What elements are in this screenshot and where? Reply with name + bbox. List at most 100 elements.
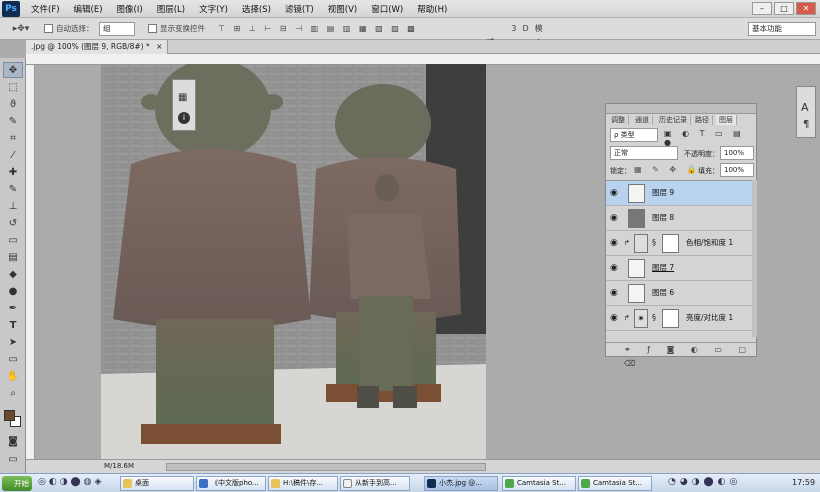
layer-name[interactable]: 图层 8 [652,213,674,223]
eyedropper-icon[interactable]: ⁄ [3,148,23,164]
gradient-icon[interactable]: ▤ [3,250,23,266]
eye-icon[interactable]: ◉ [610,188,620,198]
menu-file[interactable]: 文件(F) [24,3,67,15]
fill-input[interactable]: 100% [720,163,754,177]
tab-paths[interactable]: 路径 [692,115,713,125]
chain-link-icon[interactable]: § [652,238,656,247]
auto-select-checkbox[interactable] [44,24,53,33]
brush-icon[interactable]: ✎ [3,182,23,198]
foreground-color-swatch[interactable] [4,410,15,421]
marquee-icon[interactable]: ⬚ [3,80,23,96]
blend-mode-dropdown[interactable]: 正常 [610,146,678,160]
menu-select[interactable]: 选择(S) [235,3,278,15]
menu-help[interactable]: 帮助(H) [410,3,454,15]
close-tab-icon[interactable]: × [156,42,162,51]
clock: 17:59 [792,478,816,487]
tab-channels[interactable]: 通道 [632,115,653,125]
layer-name[interactable]: 图层 9 [652,188,674,198]
eye-icon[interactable]: ◉ [610,238,620,248]
taskbar-item[interactable]: 桌面 [120,476,194,491]
path-select-icon[interactable]: ➤ [3,335,23,351]
shape-icon[interactable]: ▭ [3,352,23,368]
quick-mask-icon[interactable]: ◙ [3,434,23,450]
crop-icon[interactable]: ⌗ [3,131,23,147]
lock-icons[interactable]: ▦ ✎ ✥ 🔒 [634,165,701,174]
move-icon[interactable]: ✥ [3,62,23,78]
minimize-button[interactable]: – [752,2,772,15]
type-icon[interactable]: T [3,318,23,334]
hand-icon[interactable]: ✋ [3,369,23,385]
eraser-icon[interactable]: ▭ [3,233,23,249]
eye-icon[interactable]: ◉ [610,313,620,323]
history-brush-icon[interactable]: ↺ [3,216,23,232]
start-button[interactable]: 开始 [2,476,32,491]
lock-label: 锁定： [610,167,631,175]
horizontal-scrollbar[interactable] [166,463,486,471]
menu-type[interactable]: 文字(Y) [192,3,235,15]
document-image[interactable] [101,64,486,459]
character-icon[interactable]: A [801,101,809,114]
menu-image[interactable]: 图像(I) [110,3,150,15]
menu-filter[interactable]: 滤镜(T) [278,3,321,15]
pen-icon[interactable]: ✒ [3,301,23,317]
eye-icon[interactable]: ◉ [610,213,620,223]
eye-icon[interactable]: ◉ [610,288,620,298]
paragraph-icon[interactable]: ¶ [803,119,809,130]
menu-edit[interactable]: 编辑(E) [67,3,110,15]
menu-view[interactable]: 视图(V) [321,3,364,15]
taskbar-item[interactable]: Camtasia St... [578,476,652,491]
layer-row[interactable]: ◉ ↱ § 色相/饱和度 1 [606,231,752,256]
quick-launch-icons[interactable]: ◎◐◑⬤◍◈ [38,477,104,487]
layer-name[interactable]: 亮度/对比度 1 [686,313,733,323]
layer-row[interactable]: ◉ ↱ ✷ § 亮度/对比度 1 [606,306,752,331]
layer-row[interactable]: ◉ 图层 8 [606,206,752,231]
3d-mode-icon[interactable]: 3D模式:◎◉✥◈▣ [470,22,590,47]
quick-select-icon[interactable]: ✎ [3,114,23,130]
eye-icon[interactable]: ◉ [610,263,620,273]
align-buttons-icon[interactable]: ⊤ ⊞ ⊥ ⊢ ⊟ ⊣ ▥ ▤ ▥ ▦ ▧ ▨ ▩ [218,22,418,36]
taskbar-item[interactable]: 从新手到高... [340,476,410,491]
close-window-button[interactable]: ✕ [796,2,816,15]
layer-name[interactable]: 图层 7 [652,263,674,273]
screen-mode-icon[interactable]: ▭ [3,452,23,468]
layer-mask-thumbnail[interactable] [662,309,679,328]
opacity-input[interactable]: 100% [720,146,754,160]
menu-layer[interactable]: 图层(L) [150,3,192,15]
tab-layers[interactable]: 图层 [716,115,737,125]
layer-row[interactable]: ◉ 图层 7 [606,256,752,281]
layer-row[interactable]: ◉ 图层 9 [606,181,752,206]
layer-mask-thumbnail[interactable] [662,234,679,253]
tab-adjustments[interactable]: 调整 [608,115,629,125]
layer-name[interactable]: 色相/饱和度 1 [686,238,733,248]
taskbar-item[interactable]: 《中文版pho... [196,476,266,491]
auto-select-dropdown[interactable]: 组 [99,22,135,36]
photoshop-icon [427,479,436,488]
workspace-dropdown[interactable]: 基本功能 [748,22,816,36]
layer-filter-dropdown[interactable]: ρ 类型 [610,128,658,142]
zoom-icon[interactable]: ⌕ [3,386,23,402]
filter-icons[interactable]: ▣ ◐ T ▭ ▤ ● [664,129,756,147]
taskbar-item[interactable]: Camtasia St... [502,476,576,491]
layer-row[interactable]: ◉ 图层 6 [606,281,752,306]
maximize-button[interactable]: □ [774,2,794,15]
move-tool-preset-icon[interactable]: ▸✥▾ [10,22,32,36]
show-transform-checkbox[interactable] [148,24,157,33]
document-tab[interactable]: .jpg @ 100% (图层 9, RGB/8#) * × [26,40,169,54]
lasso-icon[interactable]: ϑ [3,97,23,113]
camtasia-icon [581,479,590,488]
tab-history[interactable]: 历史记录 [656,115,691,125]
layers-scrollbar[interactable] [752,180,757,337]
stamp-icon[interactable]: ⊥ [3,199,23,215]
chain-link-icon[interactable]: § [652,313,656,322]
histogram-icon[interactable]: ▦ [178,92,190,104]
menu-window[interactable]: 窗口(W) [364,3,410,15]
blur-icon[interactable]: ◆ [3,267,23,283]
info-icon[interactable]: i [178,112,190,124]
healing-icon[interactable]: ✚ [3,165,23,181]
taskbar-item[interactable]: H:\稿件\存... [268,476,338,491]
doc-size[interactable]: M/18.6M [104,462,134,470]
tray-icons[interactable]: ◔◕◑⬤◐◎ [668,477,741,487]
dodge-icon[interactable]: ● [3,284,23,300]
taskbar-item[interactable]: 小杰.jpg @... [424,476,498,491]
layer-name[interactable]: 图层 6 [652,288,674,298]
